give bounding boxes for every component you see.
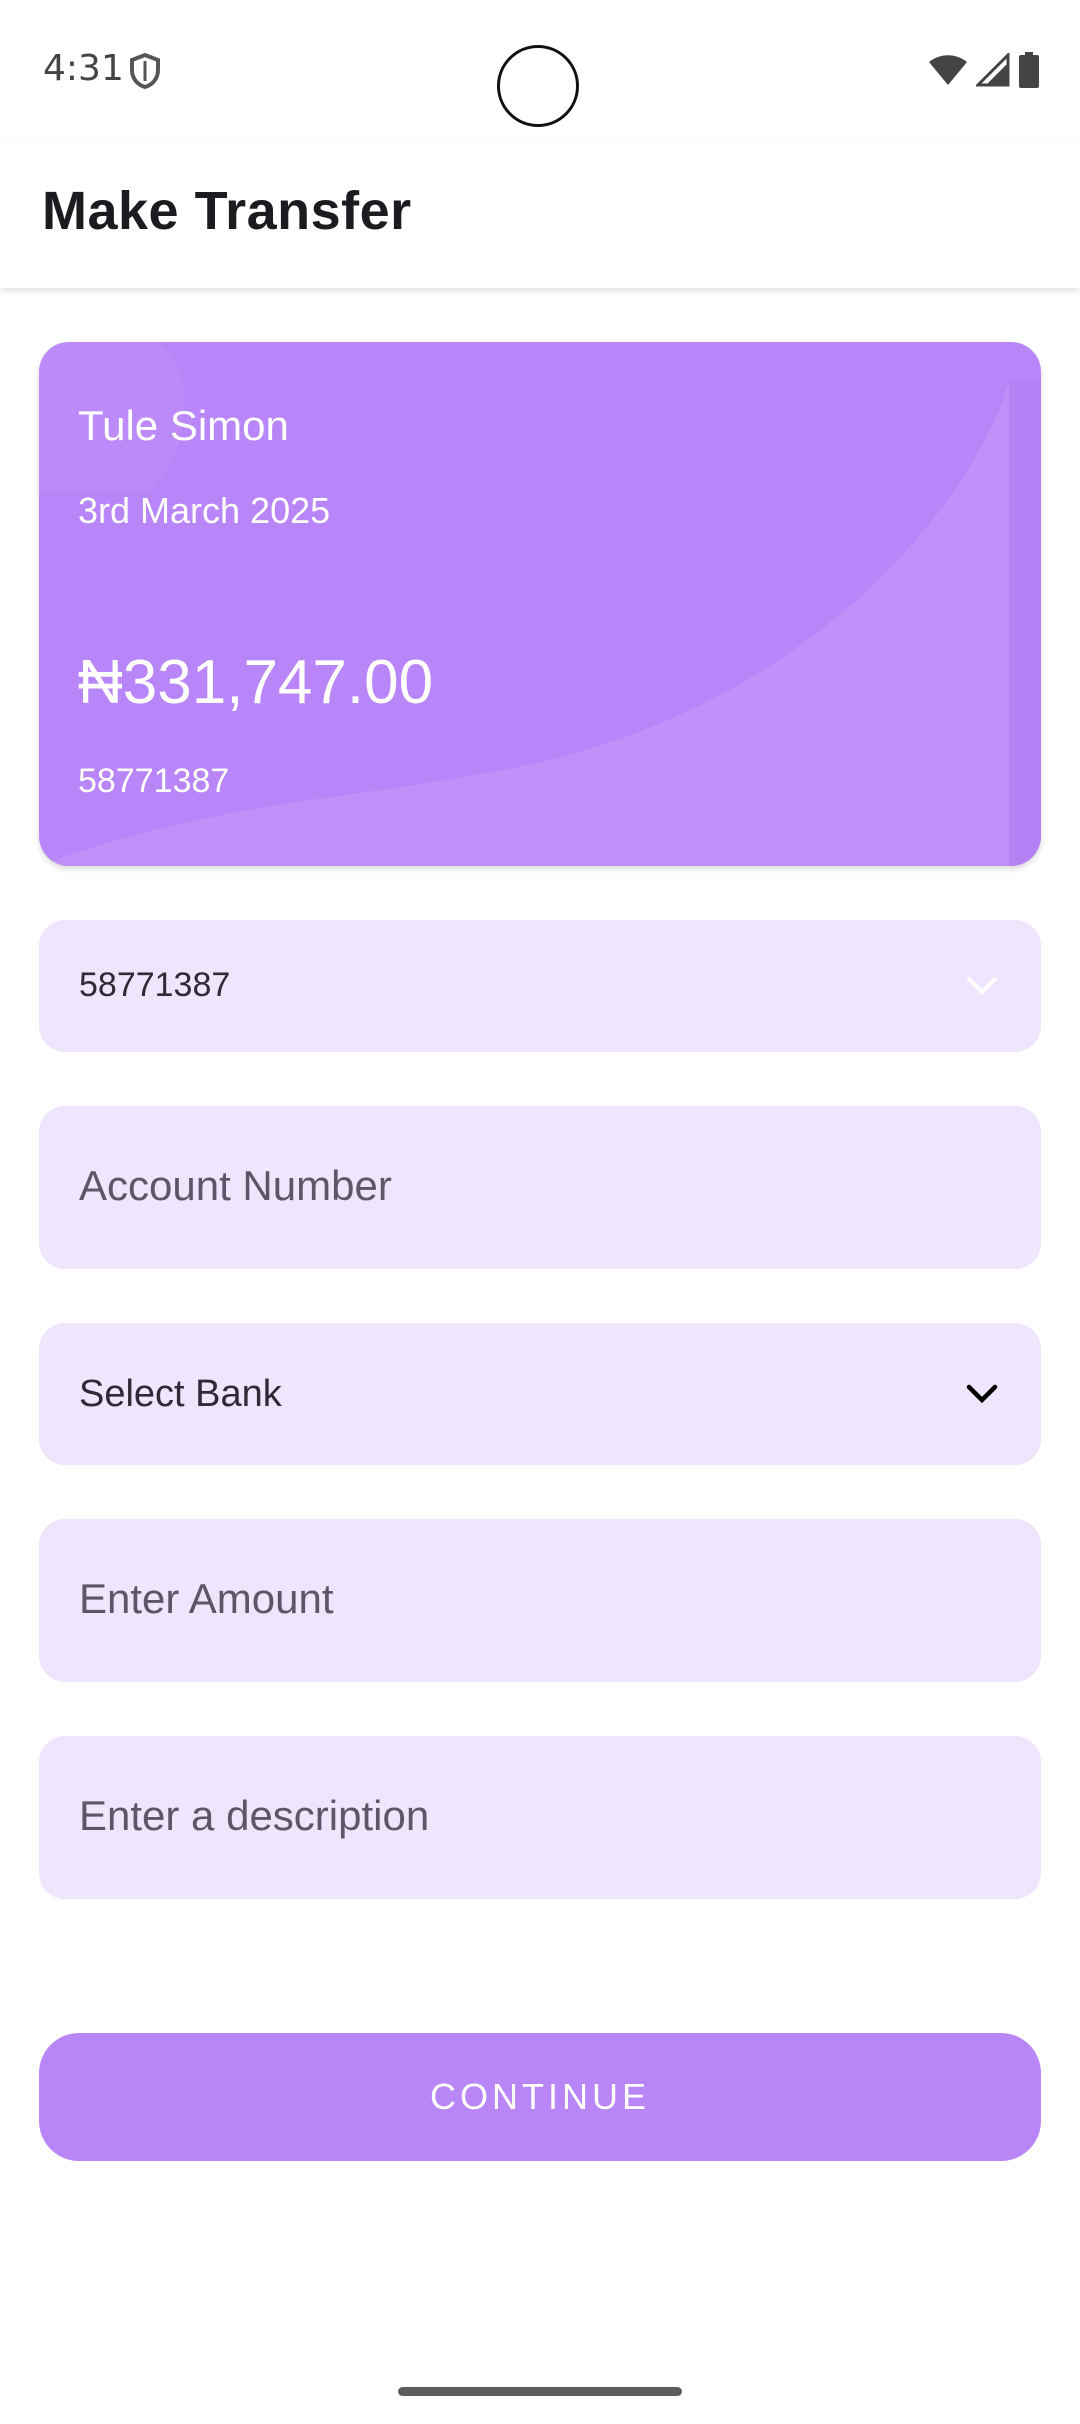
signal-icon [976, 53, 1010, 87]
select-bank-value: Select Bank [79, 1373, 282, 1415]
amount-placeholder: Enter Amount [79, 1575, 334, 1622]
chevron-down-icon[interactable] [963, 1382, 1001, 1406]
shield-icon [130, 52, 160, 90]
source-account-value: 58771387 [79, 966, 231, 1004]
status-icons [928, 50, 1040, 90]
camera-cutout [497, 45, 579, 127]
home-indicator[interactable] [398, 2387, 682, 2396]
source-account-dropdown[interactable]: 58771387 [39, 920, 1041, 1052]
card-balance: ₦331,747.00 [78, 648, 434, 717]
wifi-icon [929, 55, 967, 85]
status-time: 4:31 [43, 48, 124, 89]
balance-card: Tule Simon 3rd March 2025 ₦331,747.00 58… [39, 342, 1041, 866]
battery-icon [1019, 52, 1039, 88]
chevron-down-icon[interactable] [963, 974, 1001, 998]
account-number-field[interactable]: Account Number [39, 1106, 1041, 1269]
status-bar: 4:31 [0, 0, 1080, 140]
select-bank-dropdown[interactable]: Select Bank [39, 1323, 1041, 1465]
app-bar: Make Transfer [0, 140, 1080, 288]
description-field[interactable]: Enter a description [39, 1736, 1041, 1899]
card-account-number: 58771387 [78, 762, 230, 800]
continue-button-label: CONTINUE [430, 2076, 650, 2117]
screen: 4:31 Make Transfer Tule Simon 3rd March … [0, 0, 1080, 2424]
description-placeholder: Enter a description [79, 1792, 430, 1839]
page-title: Make Transfer [42, 181, 412, 241]
account-number-placeholder: Account Number [79, 1162, 392, 1209]
amount-field[interactable]: Enter Amount [39, 1519, 1041, 1682]
card-date: 3rd March 2025 [78, 490, 331, 531]
continue-button[interactable]: CONTINUE [39, 2033, 1041, 2161]
card-holder-name: Tule Simon [78, 402, 289, 449]
